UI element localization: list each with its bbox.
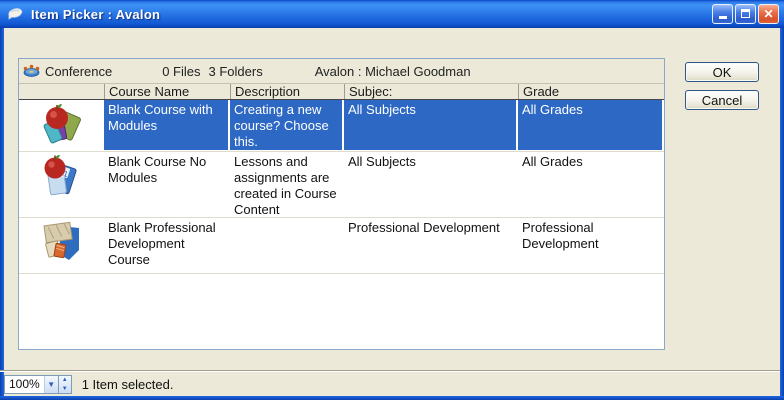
- container-owner: Avalon : Michael Goodman: [315, 64, 471, 79]
- conference-label: Conference: [45, 64, 112, 79]
- maximize-icon: [741, 9, 750, 18]
- conference-info-bar: Conference 0 Files 3 Folders Avalon : Mi…: [19, 59, 664, 84]
- files-count: 0 Files: [162, 64, 200, 79]
- column-header-description[interactable]: Description: [230, 84, 344, 99]
- window-title: Item Picker : Avalon: [31, 7, 160, 22]
- cell-description[interactable]: [230, 218, 344, 273]
- table-row-blank-course-with-modules[interactable]: Blank Course with Modules Creating a new…: [19, 100, 664, 152]
- cell-course-name[interactable]: Blank Course No Modules: [104, 152, 230, 217]
- selection-status-text: 1 Item selected.: [82, 377, 174, 392]
- zoom-level-value[interactable]: 100%: [5, 376, 44, 393]
- item-list-panel: Conference 0 Files 3 Folders Avalon : Mi…: [18, 58, 665, 350]
- zoom-spinner-down-icon[interactable]: ▼: [59, 385, 71, 394]
- zoom-spinner-up-icon[interactable]: ▲: [59, 376, 71, 385]
- course-with-modules-icon[interactable]: [19, 100, 104, 151]
- cell-grade[interactable]: All Grades: [518, 152, 664, 217]
- status-bar: 100% ▼ ▲ ▼ 1 Item selected.: [4, 373, 780, 396]
- column-header-grade[interactable]: Grade: [518, 84, 664, 99]
- column-header-course-name[interactable]: Course Name: [104, 84, 230, 99]
- window-border-bottom: [0, 396, 784, 400]
- cell-description[interactable]: Lessons and assignments are created in C…: [230, 152, 344, 217]
- window-border-right: [780, 28, 784, 396]
- title-bar[interactable]: Item Picker : Avalon ✕: [0, 0, 784, 28]
- table-row-blank-professional-development-course[interactable]: Blank Professional Development Course Pr…: [19, 218, 664, 274]
- window-border-left: [0, 28, 4, 396]
- minimize-icon: [719, 16, 727, 19]
- close-button[interactable]: ✕: [758, 4, 779, 24]
- cell-grade[interactable]: All Grades: [518, 100, 664, 150]
- close-icon: ✕: [763, 7, 773, 21]
- statusbar-divider: [0, 370, 780, 372]
- zoom-dropdown-chevron-icon[interactable]: ▼: [44, 376, 58, 393]
- zoom-spinner[interactable]: ▲ ▼: [58, 376, 71, 393]
- column-header-subject[interactable]: Subjec:: [344, 84, 518, 99]
- app-window-icon: [7, 6, 25, 22]
- minimize-button[interactable]: [712, 4, 733, 24]
- conference-icon: [22, 63, 41, 79]
- folders-count: 3 Folders: [209, 64, 263, 79]
- ok-button[interactable]: OK: [685, 62, 759, 82]
- cell-course-name[interactable]: Blank Course with Modules: [104, 100, 230, 150]
- zoom-control[interactable]: 100% ▼ ▲ ▼: [4, 375, 72, 394]
- cell-course-name[interactable]: Blank Professional Development Course: [104, 218, 230, 273]
- item-picker-window: Item Picker : Avalon ✕ Conference 0 File…: [0, 0, 784, 400]
- cell-subject[interactable]: All Subjects: [344, 100, 518, 150]
- cancel-button[interactable]: Cancel: [685, 90, 759, 110]
- column-header-row: Course Name Description Subjec: Grade: [19, 84, 664, 100]
- table-row-blank-course-no-modules[interactable]: 1 Blank Course No Modules Lessons and as…: [19, 152, 664, 218]
- cell-subject[interactable]: Professional Development: [344, 218, 518, 273]
- cell-subject[interactable]: All Subjects: [344, 152, 518, 217]
- cell-grade[interactable]: Professional Development: [518, 218, 664, 273]
- course-no-modules-icon[interactable]: 1: [19, 152, 104, 217]
- cell-description[interactable]: Creating a new course? Choose this.: [230, 100, 344, 150]
- column-header-icon: [19, 84, 104, 99]
- professional-development-icon[interactable]: [19, 218, 104, 273]
- maximize-button[interactable]: [735, 4, 756, 24]
